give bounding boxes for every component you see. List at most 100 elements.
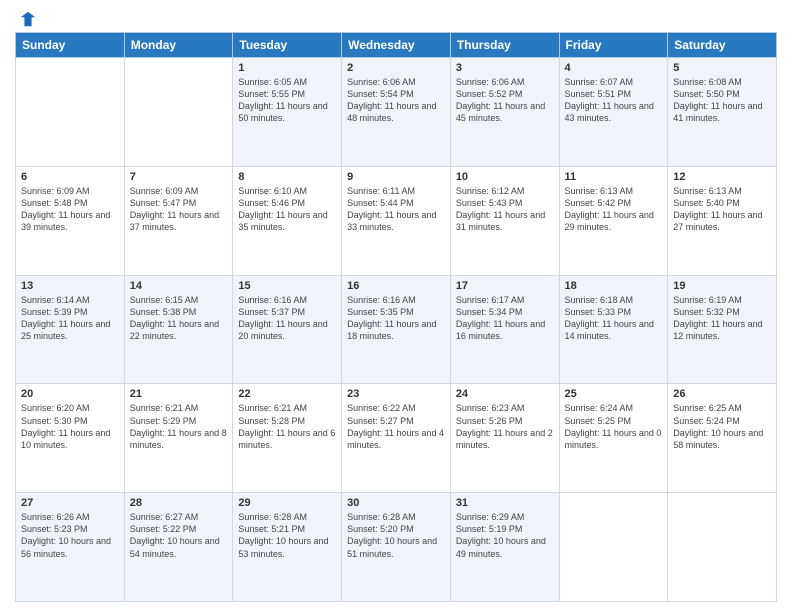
day-info: Sunrise: 6:17 AM Sunset: 5:34 PM Dayligh… xyxy=(456,294,554,343)
day-of-week-header: Wednesday xyxy=(342,33,451,58)
day-number: 24 xyxy=(456,388,554,400)
day-info: Sunrise: 6:16 AM Sunset: 5:35 PM Dayligh… xyxy=(347,294,445,343)
day-info: Sunrise: 6:08 AM Sunset: 5:50 PM Dayligh… xyxy=(673,76,771,125)
day-info: Sunrise: 6:15 AM Sunset: 5:38 PM Dayligh… xyxy=(130,294,228,343)
day-info: Sunrise: 6:29 AM Sunset: 5:19 PM Dayligh… xyxy=(456,511,554,560)
day-number: 19 xyxy=(673,280,771,292)
day-of-week-header: Saturday xyxy=(668,33,777,58)
calendar-header-row: SundayMondayTuesdayWednesdayThursdayFrid… xyxy=(16,33,777,58)
day-of-week-header: Friday xyxy=(559,33,668,58)
day-info: Sunrise: 6:21 AM Sunset: 5:28 PM Dayligh… xyxy=(238,402,336,451)
calendar-cell: 12 Sunrise: 6:13 AM Sunset: 5:40 PM Dayli… xyxy=(668,166,777,275)
calendar-cell: 4 Sunrise: 6:07 AM Sunset: 5:51 PM Daylig… xyxy=(559,58,668,167)
calendar-cell xyxy=(559,493,668,602)
day-number: 30 xyxy=(347,497,445,509)
day-number: 10 xyxy=(456,171,554,183)
day-info: Sunrise: 6:09 AM Sunset: 5:48 PM Dayligh… xyxy=(21,185,119,234)
calendar-cell: 8Sunrise: 6:10 AM Sunset: 5:46 PM Daylig… xyxy=(233,166,342,275)
calendar-cell: 16Sunrise: 6:16 AM Sunset: 5:35 PM Dayli… xyxy=(342,275,451,384)
day-number: 3 xyxy=(456,62,554,74)
day-info: Sunrise: 6:13 AM Sunset: 5:40 PM Dayligh… xyxy=(673,185,771,234)
calendar-cell: 15 Sunrise: 6:16 AM Sunset: 5:37 PM Dayli… xyxy=(233,275,342,384)
day-number: 15 xyxy=(238,280,336,292)
day-number: 9 xyxy=(347,171,445,183)
calendar-cell: 24 Sunrise: 6:23 AM Sunset: 5:26 PM Dayli… xyxy=(450,384,559,493)
calendar-cell: 19 Sunrise: 6:19 AM Sunset: 5:32 PM Dayli… xyxy=(668,275,777,384)
calendar-cell: 11 Sunrise: 6:13 AM Sunset: 5:42 PM Dayli… xyxy=(559,166,668,275)
day-info: Sunrise: 6:11 AM Sunset: 5:44 PM Dayligh… xyxy=(347,185,445,234)
page: SundayMondayTuesdayWednesdayThursdayFrid… xyxy=(0,0,792,612)
calendar-cell: 5 Sunrise: 6:08 AM Sunset: 5:50 PM Daylig… xyxy=(668,58,777,167)
calendar-cell: 20 Sunrise: 6:20 AM Sunset: 5:30 PM Dayli… xyxy=(16,384,125,493)
calendar-cell: 22 Sunrise: 6:21 AM Sunset: 5:28 PM Dayli… xyxy=(233,384,342,493)
day-number: 11 xyxy=(565,171,663,183)
day-number: 22 xyxy=(238,388,336,400)
day-info: Sunrise: 6:24 AM Sunset: 5:25 PM Dayligh… xyxy=(565,402,663,451)
day-number: 14 xyxy=(130,280,228,292)
calendar-cell: 13 Sunrise: 6:14 AM Sunset: 5:39 PM Dayli… xyxy=(16,275,125,384)
day-number: 18 xyxy=(565,280,663,292)
day-info: Sunrise: 6:27 AM Sunset: 5:22 PM Dayligh… xyxy=(130,511,228,560)
day-info: Sunrise: 6:23 AM Sunset: 5:26 PM Dayligh… xyxy=(456,402,554,451)
calendar-cell: 1 Sunrise: 6:05 AM Sunset: 5:55 PM Daylig… xyxy=(233,58,342,167)
day-info: Sunrise: 6:20 AM Sunset: 5:30 PM Dayligh… xyxy=(21,402,119,451)
day-number: 12 xyxy=(673,171,771,183)
day-info: Sunrise: 6:05 AM Sunset: 5:55 PM Dayligh… xyxy=(238,76,336,125)
calendar-cell: 31 Sunrise: 6:29 AM Sunset: 5:19 PM Dayli… xyxy=(450,493,559,602)
calendar-week-row: 13 Sunrise: 6:14 AM Sunset: 5:39 PM Dayli… xyxy=(16,275,777,384)
calendar-week-row: 6Sunrise: 6:09 AM Sunset: 5:48 PM Daylig… xyxy=(16,166,777,275)
day-of-week-header: Sunday xyxy=(16,33,125,58)
day-info: Sunrise: 6:12 AM Sunset: 5:43 PM Dayligh… xyxy=(456,185,554,234)
calendar-cell: 10 Sunrise: 6:12 AM Sunset: 5:43 PM Dayli… xyxy=(450,166,559,275)
logo xyxy=(15,10,37,24)
calendar-cell: 30 Sunrise: 6:28 AM Sunset: 5:20 PM Dayli… xyxy=(342,493,451,602)
day-info: Sunrise: 6:06 AM Sunset: 5:54 PM Dayligh… xyxy=(347,76,445,125)
day-info: Sunrise: 6:07 AM Sunset: 5:51 PM Dayligh… xyxy=(565,76,663,125)
day-info: Sunrise: 6:06 AM Sunset: 5:52 PM Dayligh… xyxy=(456,76,554,125)
calendar-week-row: 27Sunrise: 6:26 AM Sunset: 5:23 PM Dayli… xyxy=(16,493,777,602)
header xyxy=(15,10,777,24)
day-info: Sunrise: 6:18 AM Sunset: 5:33 PM Dayligh… xyxy=(565,294,663,343)
calendar-cell xyxy=(16,58,125,167)
calendar-cell: 18 Sunrise: 6:18 AM Sunset: 5:33 PM Dayli… xyxy=(559,275,668,384)
calendar-cell: 14 Sunrise: 6:15 AM Sunset: 5:38 PM Dayli… xyxy=(124,275,233,384)
day-info: Sunrise: 6:22 AM Sunset: 5:27 PM Dayligh… xyxy=(347,402,445,451)
day-of-week-header: Monday xyxy=(124,33,233,58)
day-number: 1 xyxy=(238,62,336,74)
day-number: 17 xyxy=(456,280,554,292)
day-number: 26 xyxy=(673,388,771,400)
day-info: Sunrise: 6:28 AM Sunset: 5:20 PM Dayligh… xyxy=(347,511,445,560)
day-of-week-header: Thursday xyxy=(450,33,559,58)
day-number: 13 xyxy=(21,280,119,292)
calendar-week-row: 20 Sunrise: 6:20 AM Sunset: 5:30 PM Dayli… xyxy=(16,384,777,493)
day-info: Sunrise: 6:19 AM Sunset: 5:32 PM Dayligh… xyxy=(673,294,771,343)
calendar-cell: 23Sunrise: 6:22 AM Sunset: 5:27 PM Dayli… xyxy=(342,384,451,493)
calendar-cell xyxy=(668,493,777,602)
day-info: Sunrise: 6:25 AM Sunset: 5:24 PM Dayligh… xyxy=(673,402,771,451)
calendar-cell: 2 Sunrise: 6:06 AM Sunset: 5:54 PM Daylig… xyxy=(342,58,451,167)
calendar-cell: 17 Sunrise: 6:17 AM Sunset: 5:34 PM Dayli… xyxy=(450,275,559,384)
calendar-cell: 26 Sunrise: 6:25 AM Sunset: 5:24 PM Dayli… xyxy=(668,384,777,493)
day-info: Sunrise: 6:09 AM Sunset: 5:47 PM Dayligh… xyxy=(130,185,228,234)
day-number: 25 xyxy=(565,388,663,400)
day-info: Sunrise: 6:21 AM Sunset: 5:29 PM Dayligh… xyxy=(130,402,228,451)
day-number: 2 xyxy=(347,62,445,74)
logo-flag-icon xyxy=(19,10,37,28)
calendar-cell: 28 Sunrise: 6:27 AM Sunset: 5:22 PM Dayli… xyxy=(124,493,233,602)
calendar-cell: 3 Sunrise: 6:06 AM Sunset: 5:52 PM Daylig… xyxy=(450,58,559,167)
calendar-cell: 7 Sunrise: 6:09 AM Sunset: 5:47 PM Daylig… xyxy=(124,166,233,275)
day-number: 28 xyxy=(130,497,228,509)
day-info: Sunrise: 6:14 AM Sunset: 5:39 PM Dayligh… xyxy=(21,294,119,343)
day-number: 4 xyxy=(565,62,663,74)
day-number: 21 xyxy=(130,388,228,400)
day-number: 20 xyxy=(21,388,119,400)
calendar-cell xyxy=(124,58,233,167)
day-info: Sunrise: 6:13 AM Sunset: 5:42 PM Dayligh… xyxy=(565,185,663,234)
day-info: Sunrise: 6:16 AM Sunset: 5:37 PM Dayligh… xyxy=(238,294,336,343)
calendar-table: SundayMondayTuesdayWednesdayThursdayFrid… xyxy=(15,32,777,602)
calendar-cell: 6Sunrise: 6:09 AM Sunset: 5:48 PM Daylig… xyxy=(16,166,125,275)
day-number: 5 xyxy=(673,62,771,74)
calendar-body: 1 Sunrise: 6:05 AM Sunset: 5:55 PM Daylig… xyxy=(16,58,777,602)
day-number: 7 xyxy=(130,171,228,183)
day-number: 31 xyxy=(456,497,554,509)
